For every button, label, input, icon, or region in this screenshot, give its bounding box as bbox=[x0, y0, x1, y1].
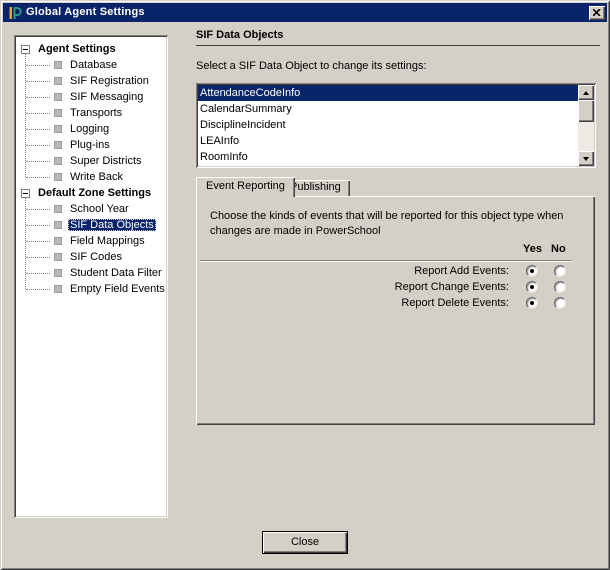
tree-item-super-districts[interactable]: Super Districts bbox=[18, 153, 164, 169]
tree-item-write-back[interactable]: Write Back bbox=[18, 169, 164, 185]
tree-bullet-icon bbox=[54, 269, 62, 277]
tree-item-plug-ins[interactable]: Plug-ins bbox=[18, 137, 164, 153]
powerschool-logo-icon bbox=[6, 5, 22, 21]
event-reporting-description: Choose the kinds of events that will be … bbox=[210, 209, 592, 239]
tree-bullet-icon bbox=[54, 205, 62, 213]
tree-item-sif-messaging[interactable]: SIF Messaging bbox=[18, 89, 164, 105]
report-add-events-no-radio[interactable] bbox=[554, 265, 566, 277]
tree-item-transports[interactable]: Transports bbox=[18, 105, 164, 121]
tree-bullet-icon bbox=[54, 173, 62, 181]
page-title: SIF Data Objects bbox=[196, 29, 283, 41]
row-report-add-events: Report Add Events: bbox=[196, 264, 595, 278]
titlebar[interactable]: Global Agent Settings bbox=[3, 3, 607, 22]
radio-row-label: Report Change Events: bbox=[395, 281, 509, 293]
listbox-scrollbar[interactable] bbox=[578, 85, 594, 166]
tree-bullet-icon bbox=[54, 125, 62, 133]
row-report-change-events: Report Change Events: bbox=[196, 280, 595, 294]
tree-item-label[interactable]: Super Districts bbox=[68, 155, 144, 167]
tree-item-sif-data-objects[interactable]: SIF Data Objects bbox=[18, 217, 164, 233]
tree-item-logging[interactable]: Logging bbox=[18, 121, 164, 137]
scroll-up-button[interactable] bbox=[578, 85, 594, 100]
tree-item-label[interactable]: School Year bbox=[68, 203, 131, 215]
event-reporting-panel: Choose the kinds of events that will be … bbox=[196, 196, 595, 425]
list-item-roomtype[interactable]: RoomType bbox=[198, 165, 578, 168]
row-report-delete-events: Report Delete Events: bbox=[196, 296, 595, 310]
list-item-calendarsummary[interactable]: CalendarSummary bbox=[198, 101, 578, 117]
tree-item-sif-registration[interactable]: SIF Registration bbox=[18, 73, 164, 89]
settings-tree: Agent Settings Database SIF Registration… bbox=[14, 35, 168, 518]
tree-item-label[interactable]: Database bbox=[68, 59, 119, 71]
tree-bullet-icon bbox=[54, 141, 62, 149]
list-item-disciplineincident[interactable]: DisciplineIncident bbox=[198, 117, 578, 133]
tree-bullet-icon bbox=[54, 157, 62, 165]
tree-bullet-icon bbox=[54, 61, 62, 69]
tree-children-default-zone: School Year SIF Data Objects Field Mappi… bbox=[18, 201, 164, 297]
report-add-events-yes-radio[interactable] bbox=[526, 265, 538, 277]
tree-item-label[interactable]: SIF Messaging bbox=[68, 91, 145, 103]
tree-bullet-icon bbox=[54, 109, 62, 117]
tree-item-label[interactable]: Write Back bbox=[68, 171, 125, 183]
scrollbar-thumb[interactable] bbox=[578, 100, 594, 122]
tree-item-label-selected[interactable]: SIF Data Objects bbox=[68, 219, 156, 231]
report-change-events-no-radio[interactable] bbox=[554, 281, 566, 293]
tab-event-reporting[interactable]: Event Reporting bbox=[196, 177, 295, 197]
tree-bullet-icon bbox=[54, 285, 62, 293]
tree-item-label[interactable]: SIF Registration bbox=[68, 75, 151, 87]
global-agent-settings-dialog: Global Agent Settings Agent Settings Dat… bbox=[0, 0, 610, 570]
window-title: Global Agent Settings bbox=[26, 6, 589, 19]
column-header-no: No bbox=[551, 243, 566, 255]
listbox-label: Select a SIF Data Object to change its s… bbox=[196, 60, 427, 72]
tree-item-field-mappings[interactable]: Field Mappings bbox=[18, 233, 164, 249]
tree-bullet-icon bbox=[54, 253, 62, 261]
list-item-leainfo[interactable]: LEAInfo bbox=[198, 133, 578, 149]
list-item-roominfo[interactable]: RoomInfo bbox=[198, 149, 578, 165]
tree-item-label[interactable]: Empty Field Events bbox=[68, 283, 167, 295]
scroll-down-button[interactable] bbox=[578, 151, 594, 166]
report-change-events-yes-radio[interactable] bbox=[526, 281, 538, 293]
tree-item-label[interactable]: Logging bbox=[68, 123, 111, 135]
column-header-yes: Yes bbox=[523, 243, 542, 255]
arrow-up-icon bbox=[583, 91, 589, 95]
column-divider bbox=[200, 260, 572, 262]
tree-item-sif-codes[interactable]: SIF Codes bbox=[18, 249, 164, 265]
radio-row-label: Report Add Events: bbox=[414, 265, 509, 277]
tree-bullet-icon bbox=[54, 77, 62, 85]
tree-group-label[interactable]: Agent Settings bbox=[36, 43, 118, 55]
tree-item-database[interactable]: Database bbox=[18, 57, 164, 73]
tree-item-label[interactable]: Transports bbox=[68, 107, 124, 119]
tree-children-agent-settings: Database SIF Registration SIF Messaging … bbox=[18, 57, 164, 185]
tree-item-label[interactable]: Student Data Filter bbox=[68, 267, 164, 279]
title-divider bbox=[196, 45, 600, 46]
tree-item-label[interactable]: Plug-ins bbox=[68, 139, 112, 151]
tree-item-student-data-filter[interactable]: Student Data Filter bbox=[18, 265, 164, 281]
tree-bullet-icon bbox=[54, 221, 62, 229]
close-button[interactable]: Close bbox=[262, 531, 348, 554]
tree-item-school-year[interactable]: School Year bbox=[18, 201, 164, 217]
sif-object-listbox[interactable]: AttendanceCodeInfo CalendarSummary Disci… bbox=[196, 83, 596, 168]
report-delete-events-yes-radio[interactable] bbox=[526, 297, 538, 309]
radio-row-label: Report Delete Events: bbox=[401, 297, 509, 309]
arrow-down-icon bbox=[583, 157, 589, 161]
report-delete-events-no-radio[interactable] bbox=[554, 297, 566, 309]
tree-item-label[interactable]: SIF Codes bbox=[68, 251, 124, 263]
tree-bullet-icon bbox=[54, 237, 62, 245]
close-window-button[interactable] bbox=[589, 6, 605, 20]
tree-item-empty-field-events[interactable]: Empty Field Events bbox=[18, 281, 164, 297]
tree-group-label[interactable]: Default Zone Settings bbox=[36, 187, 153, 199]
tree-item-label[interactable]: Field Mappings bbox=[68, 235, 147, 247]
tree-group-default-zone-settings[interactable]: Default Zone Settings bbox=[18, 185, 164, 201]
tree-bullet-icon bbox=[54, 93, 62, 101]
list-item-attendancecodeinfo[interactable]: AttendanceCodeInfo bbox=[198, 85, 578, 101]
tree-group-agent-settings[interactable]: Agent Settings bbox=[18, 41, 164, 57]
close-icon bbox=[593, 9, 601, 16]
